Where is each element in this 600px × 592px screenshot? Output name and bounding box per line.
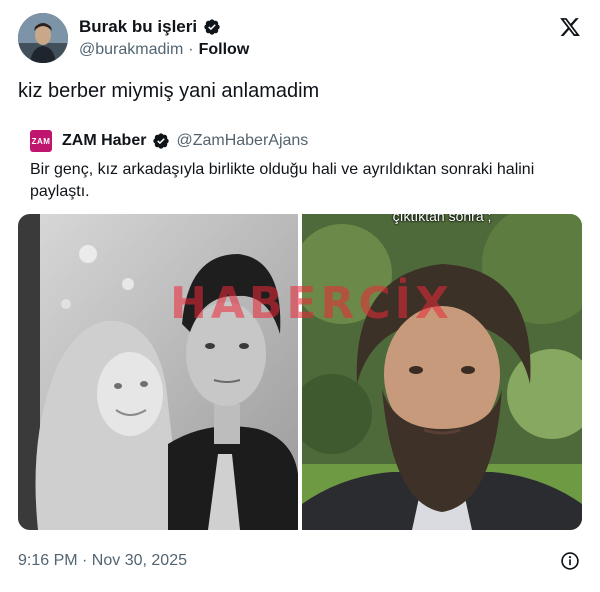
quote-avatar: ZAM: [30, 130, 52, 152]
media-photo-before[interactable]: [18, 214, 298, 530]
quote-avatar-label: ZAM: [31, 136, 51, 146]
quote-author-handle: @ZamHaberAjans: [176, 132, 309, 149]
handle-row: @burakmadim · Follow: [79, 41, 249, 59]
quote-text: Bir genç, kız arkadaşıyla birlikte olduğ…: [30, 161, 535, 200]
media-photo-after[interactable]: çıktıktan sonra ;: [302, 214, 582, 530]
quote-media-grid: çıktıktan sonra ;: [18, 214, 582, 530]
author-name[interactable]: Burak bu işleri: [79, 17, 197, 37]
author-name-row: Burak bu işleri: [79, 17, 221, 37]
author-avatar[interactable]: [18, 13, 68, 63]
quote-author-name: ZAM Haber: [62, 132, 147, 149]
verified-badge-icon: [204, 19, 220, 35]
tweet-text: kiz berber miymiş yani anlamadim: [18, 80, 320, 102]
x-logo-icon[interactable]: [559, 16, 581, 38]
media-caption: çıktıktan sonra ;: [392, 214, 492, 224]
author-handle[interactable]: @burakmadim: [79, 41, 183, 59]
tweet-timestamp[interactable]: 9:16 PM · Nov 30, 2025: [18, 552, 187, 570]
info-icon[interactable]: [560, 551, 580, 571]
quote-verified-badge-icon: [153, 133, 170, 149]
handle-separator: ·: [188, 41, 194, 58]
tweet-card: Burak bu işleri @burakmadim · Follow kiz…: [0, 0, 600, 592]
quote-header: ZAM ZAM Haber @ZamHaberAjans: [30, 130, 308, 152]
follow-button[interactable]: Follow: [199, 41, 250, 59]
